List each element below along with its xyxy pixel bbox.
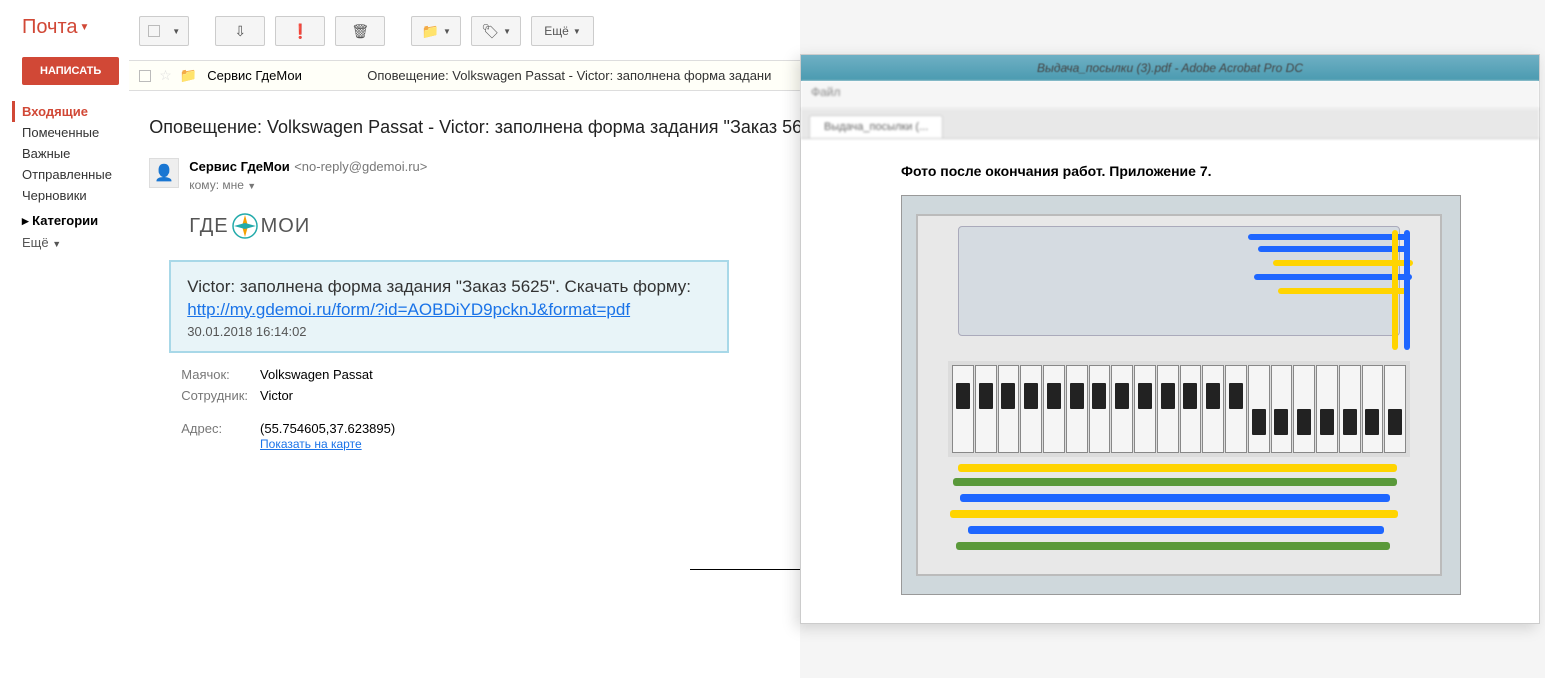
caret-down-icon: ▼: [80, 22, 90, 33]
from-address: <no-reply@gdemoi.ru>: [294, 159, 427, 174]
email-view: Оповещение: Volkswagen Passat - Victor: …: [129, 91, 832, 465]
gmail-toolbar: ▼ ⇩ ❗ 🗑 📁▼ 🏷▼ Ещё▼: [129, 8, 832, 60]
caret-down-icon[interactable]: ▼: [247, 181, 256, 191]
nav-starred[interactable]: Помеченные: [22, 122, 119, 143]
compose-button[interactable]: НАПИСАТЬ: [22, 57, 119, 85]
nav-important[interactable]: Важные: [22, 143, 119, 164]
select-all-button[interactable]: ▼: [139, 16, 189, 46]
info-table: Маячок: Volkswagen Passat Сотрудник: Vic…: [179, 363, 407, 455]
row-subject: Оповещение: Volkswagen Passat - Victor: …: [367, 68, 771, 83]
download-form-link[interactable]: http://my.gdemoi.ru/form/?id=AOBDiYD9pck…: [187, 300, 630, 319]
notification-box: Victor: заполнена форма задания "Заказ 5…: [169, 260, 729, 353]
gmail-sidebar: Почта▼ НАПИСАТЬ Входящие Помеченные Важн…: [0, 0, 129, 678]
caret-down-icon: ▼: [503, 27, 511, 36]
document-heading: Фото после окончания работ. Приложение 7…: [901, 163, 1509, 179]
table-row: Маячок: Volkswagen Passat: [181, 365, 405, 384]
nav-sent[interactable]: Отправленные: [22, 164, 119, 185]
wires-top: [1248, 226, 1410, 356]
report-spam-button[interactable]: ❗: [275, 16, 325, 46]
row-sender: Сервис ГдеМои: [207, 68, 367, 83]
acrobat-window: Выдача_посылки (3).pdf - Adobe Acrobat P…: [800, 54, 1540, 624]
label-address: Адрес:: [181, 419, 258, 453]
label-tracker: Маячок:: [181, 365, 258, 384]
table-row: Сотрудник: Victor: [181, 386, 405, 405]
mail-app-title[interactable]: Почта▼: [22, 16, 119, 39]
electrical-panel: [916, 214, 1442, 576]
show-on-map-link[interactable]: Показать на карте: [260, 437, 362, 451]
label-icon[interactable]: 📁: [180, 67, 197, 84]
mail-app-title-text: Почта: [22, 16, 78, 38]
notification-text: Victor: заполнена форма задания "Заказ 5…: [187, 274, 711, 300]
email-header: 👤 Сервис ГдеМои <no-reply@gdemoi.ru> ком…: [149, 158, 822, 192]
tag-icon: 🏷: [481, 23, 499, 40]
from-name: Сервис ГдеМои: [189, 159, 290, 174]
trash-icon: 🗑: [351, 23, 369, 40]
nav-inbox[interactable]: Входящие: [12, 101, 119, 122]
nav-drafts[interactable]: Черновики: [22, 185, 119, 206]
checkbox-icon: [148, 25, 160, 37]
table-row: Адрес: (55.754605,37.623895) Показать на…: [181, 419, 405, 453]
row-checkbox[interactable]: [139, 70, 151, 82]
archive-icon: ⇩: [234, 23, 246, 40]
person-icon: 👤: [154, 163, 174, 183]
caret-down-icon: ▼: [172, 27, 180, 36]
acrobat-title-text: Выдача_посылки (3).pdf - Adobe Acrobat P…: [1037, 61, 1303, 75]
more-actions-button[interactable]: Ещё▼: [531, 16, 593, 46]
acrobat-titlebar[interactable]: Выдача_посылки (3).pdf - Adobe Acrobat P…: [801, 55, 1539, 81]
labels-button[interactable]: 🏷▼: [471, 16, 521, 46]
move-to-button[interactable]: 📁▼: [411, 16, 461, 46]
brand-logo: ГДЕ МОИ: [189, 212, 822, 240]
wires-bottom: [948, 454, 1410, 564]
folder-icon: 📁: [422, 23, 439, 40]
attachment-photo: [901, 195, 1461, 595]
sender-avatar: 👤: [149, 158, 179, 188]
nav-more[interactable]: Ещё ▼: [22, 232, 119, 253]
value-employee: Victor: [260, 386, 405, 405]
email-subject: Оповещение: Volkswagen Passat - Victor: …: [149, 117, 822, 138]
gmail-window: Почта▼ НАПИСАТЬ Входящие Помеченные Важн…: [0, 0, 800, 678]
value-tracker: Volkswagen Passat: [260, 365, 405, 384]
acrobat-document: Фото после окончания работ. Приложение 7…: [801, 139, 1539, 615]
to-line: кому: мне ▼: [189, 178, 427, 192]
acrobat-tabs: Выдача_посылки (...: [801, 109, 1539, 139]
acrobat-menubar[interactable]: Файл: [801, 81, 1539, 109]
value-address: (55.754605,37.623895): [260, 421, 395, 436]
star-icon[interactable]: ☆: [159, 67, 172, 84]
label-employee: Сотрудник:: [181, 386, 258, 405]
delete-button[interactable]: 🗑: [335, 16, 385, 46]
notification-date: 30.01.2018 16:14:02: [187, 324, 711, 339]
spam-icon: ❗: [292, 23, 309, 40]
compass-icon: [231, 212, 259, 240]
din-rail: [948, 361, 1410, 457]
arrow-line: [690, 569, 805, 570]
nav-categories[interactable]: ▸ Категории: [22, 210, 119, 232]
caret-down-icon: ▼: [573, 27, 581, 36]
mail-list-row[interactable]: ☆ 📁 Сервис ГдеМои Оповещение: Volkswagen…: [129, 60, 832, 91]
acrobat-tab[interactable]: Выдача_посылки (...: [809, 115, 943, 138]
archive-button[interactable]: ⇩: [215, 16, 265, 46]
caret-down-icon: ▼: [443, 27, 451, 36]
